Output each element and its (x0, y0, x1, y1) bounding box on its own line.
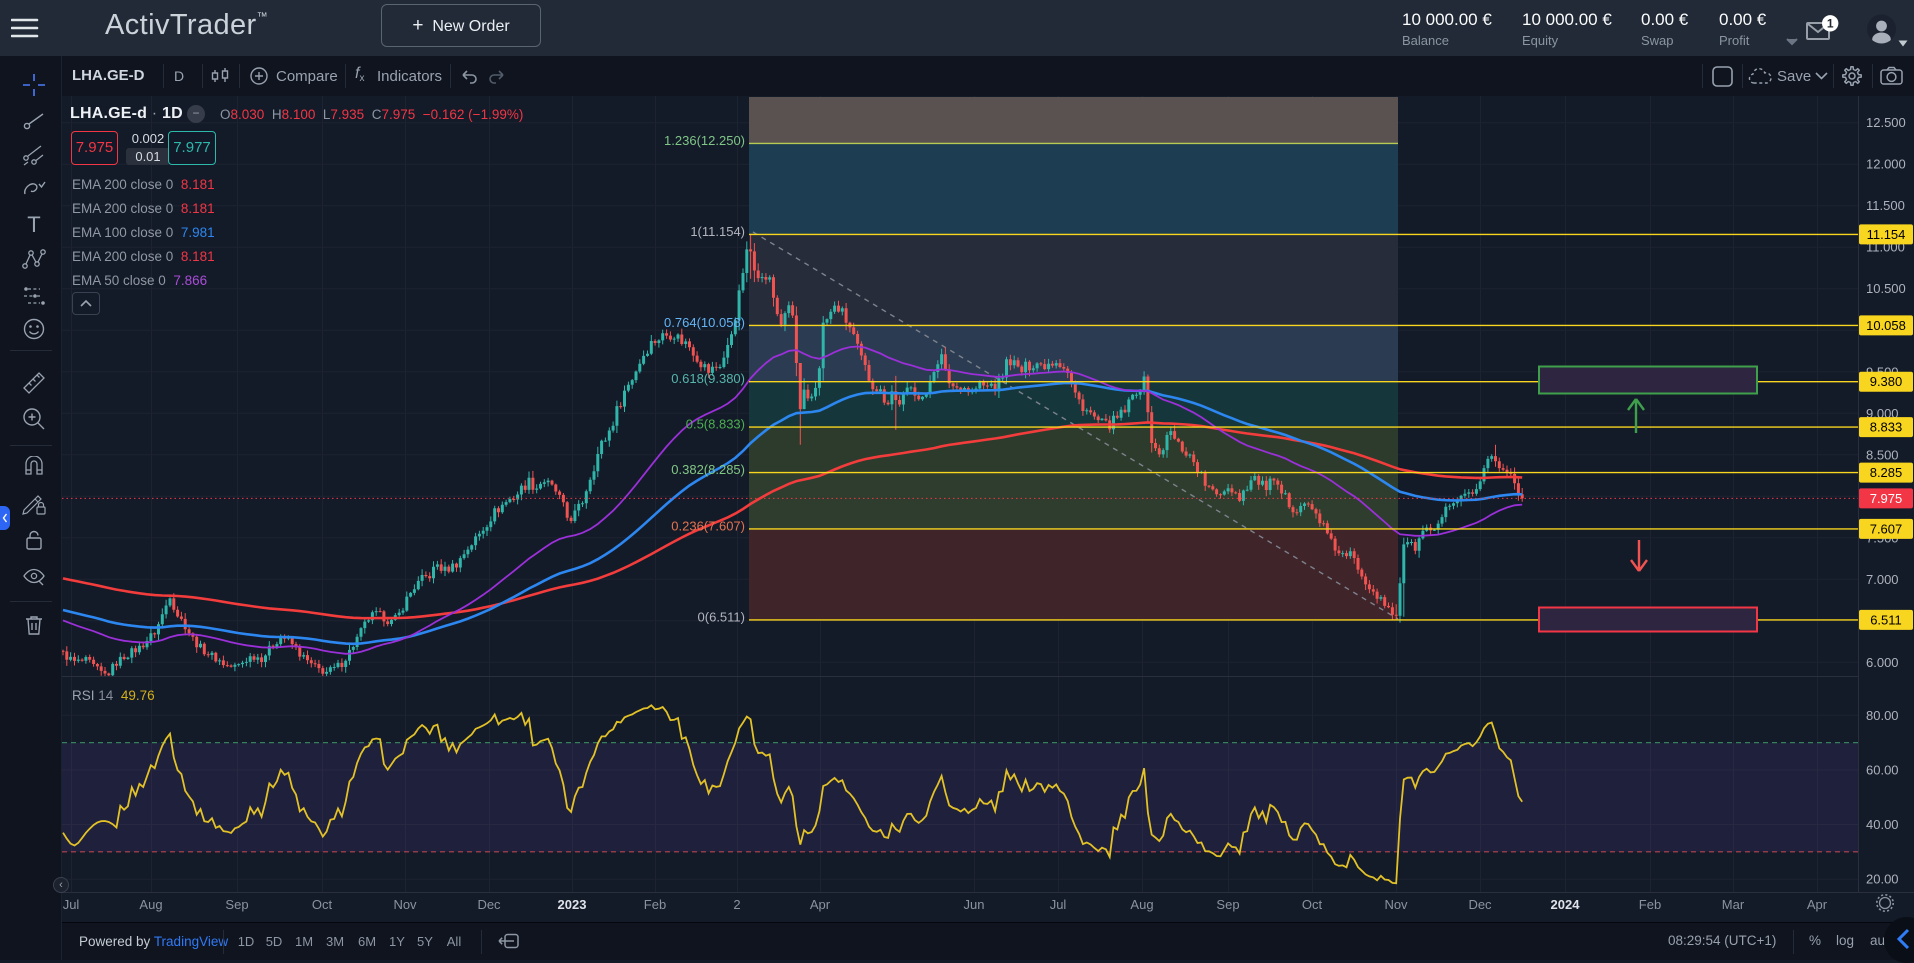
svg-text:Feb: Feb (1639, 897, 1661, 912)
svg-text:Nov: Nov (1384, 897, 1408, 912)
svg-text:7.975: 7.975 (1870, 491, 1903, 506)
svg-text:12.000: 12.000 (1866, 157, 1906, 172)
svg-text:6.511: 6.511 (1870, 612, 1902, 627)
svg-text:Oct: Oct (1302, 897, 1323, 912)
svg-text:Apr: Apr (1807, 897, 1828, 912)
svg-text:Aug: Aug (139, 897, 162, 912)
svg-text:10.058: 10.058 (1866, 318, 1906, 333)
svg-text:8.500: 8.500 (1866, 447, 1899, 462)
svg-text:9.380: 9.380 (1870, 374, 1903, 389)
svg-text:T: T (27, 212, 40, 236)
svg-text:7.607: 7.607 (1870, 521, 1903, 536)
svg-text:40.00: 40.00 (1866, 817, 1899, 832)
svg-text:0.236(7.607): 0.236(7.607) (671, 518, 745, 533)
svg-text:11.154: 11.154 (1867, 227, 1906, 242)
svg-text:Oct: Oct (312, 897, 333, 912)
svg-text:0.618(9.380): 0.618(9.380) (671, 371, 745, 386)
svg-text:20.00: 20.00 (1866, 872, 1899, 887)
svg-text:11.500: 11.500 (1866, 198, 1905, 213)
svg-text:0.764(10.058): 0.764(10.058) (664, 315, 745, 330)
svg-text:1.236(12.250): 1.236(12.250) (664, 133, 745, 148)
svg-text:Dec: Dec (477, 897, 501, 912)
svg-text:Sep: Sep (225, 897, 248, 912)
svg-text:Nov: Nov (393, 897, 417, 912)
svg-text:Jun: Jun (964, 897, 985, 912)
svg-text:Sep: Sep (1216, 897, 1239, 912)
svg-text:Dec: Dec (1468, 897, 1492, 912)
svg-text:Mar: Mar (1722, 897, 1745, 912)
svg-text:2: 2 (733, 897, 740, 912)
svg-text:Jul: Jul (1050, 897, 1067, 912)
svg-text:Aug: Aug (1130, 897, 1153, 912)
svg-text:2024: 2024 (1551, 897, 1581, 912)
svg-text:2023: 2023 (558, 897, 587, 912)
svg-text:Feb: Feb (644, 897, 666, 912)
svg-text:80.00: 80.00 (1866, 708, 1899, 723)
svg-text:0(6.511): 0(6.511) (698, 609, 745, 624)
svg-text:Jul: Jul (63, 897, 80, 912)
svg-text:60.00: 60.00 (1866, 762, 1899, 777)
svg-text:0.5(8.833): 0.5(8.833) (686, 417, 745, 432)
svg-text:Apr: Apr (810, 897, 831, 912)
svg-text:12.500: 12.500 (1866, 115, 1906, 130)
svg-text:1(11.154): 1(11.154) (690, 224, 745, 239)
svg-text:6.000: 6.000 (1866, 655, 1899, 670)
svg-text:10.500: 10.500 (1866, 281, 1906, 296)
svg-text:8.833: 8.833 (1870, 420, 1903, 435)
svg-text:1: 1 (1827, 17, 1834, 31)
svg-text:0.382(8.285): 0.382(8.285) (671, 462, 745, 477)
svg-text:7.000: 7.000 (1866, 572, 1899, 587)
svg-text:8.285: 8.285 (1870, 465, 1903, 480)
